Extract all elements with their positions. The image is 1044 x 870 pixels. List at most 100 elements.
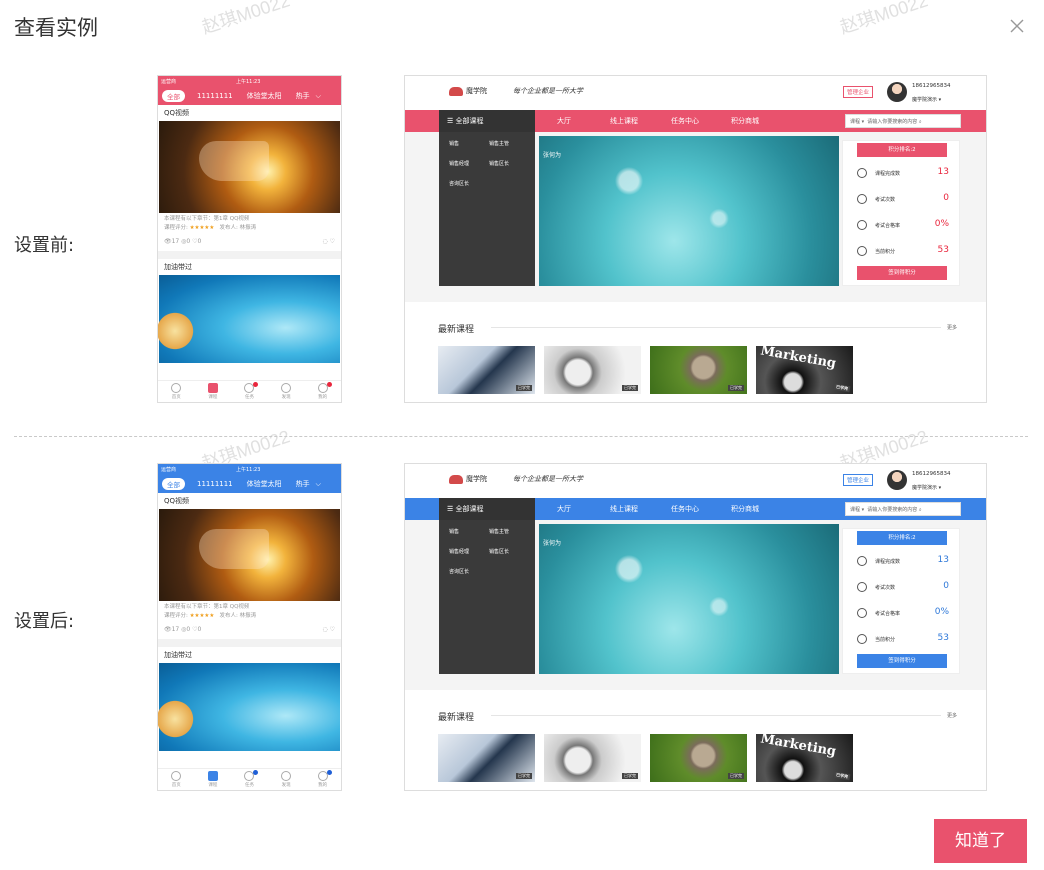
desktop-preview: 魔学院 每个企业都是一所大学 管理企业 18612965834 魔学院演示 ▾ … (404, 75, 987, 403)
divider (491, 715, 941, 716)
search-placeholder: 请输入你要搜索的内容 (867, 119, 918, 125)
comment-heart-icon: ◌ ♡ (322, 237, 335, 245)
course-image (158, 663, 340, 751)
mobile-tab: 体验堂太阳 (246, 480, 282, 488)
points-icon (857, 634, 867, 644)
mobile-bottom-nav: 首页 课程 任务 发现 我的 (158, 380, 341, 402)
search-scope: 课程 ▾ (850, 507, 865, 513)
publisher: 发布人: 林振涛 (219, 613, 257, 619)
nav-mine: 我的 (308, 382, 338, 400)
divider (14, 436, 1028, 437)
nav-task: 任务 (234, 770, 264, 788)
user-name: 魔学院演示 ▾ (912, 485, 942, 491)
course-thumbnail: 已学完 (650, 734, 747, 782)
mobile-preview: 运营商 上午11:23 全部 11111111 体验堂太阳 热手 ⌵ QQ视频 … (157, 75, 342, 403)
course-complete-icon (857, 168, 867, 178)
discover-icon (281, 771, 292, 781)
course-title: QQ视频 (164, 497, 190, 505)
course-counts: 👁17 ◎0 ♡0 (164, 237, 202, 245)
manage-enterprise-button: 管理企业 (843, 474, 874, 486)
home-icon (171, 771, 182, 781)
stat-row: 考试合格率 0% (857, 219, 949, 233)
desktop-nav: ☰ 全部课程 大厅 线上课程 任务中心 积分商城 课程 ▾ 请输入你要搜索的内容… (405, 110, 986, 132)
course-title: 加油带过 (164, 263, 192, 271)
stat-label: 课程完成数 (875, 171, 901, 177)
separator (158, 639, 341, 647)
thumb-badge: 已学完 (728, 385, 744, 391)
course-thumbnail: Marketing 已学完 (756, 734, 853, 782)
nav-task: 任务 (234, 382, 264, 400)
nav-label: 发现 (281, 395, 291, 400)
info-icon (857, 194, 867, 204)
search-box: 课程 ▾ 请输入你要搜索的内容 ⌕ (845, 502, 961, 516)
stat-label: 当前积分 (875, 249, 896, 255)
divider (491, 327, 941, 328)
after-label: 设置后: (14, 611, 75, 632)
avatar (887, 82, 907, 102)
rating-label: 课程评分: (164, 613, 188, 619)
slogan: 每个企业都是一所大学 (513, 87, 583, 95)
nav-task-center: 任务中心 (671, 505, 699, 513)
course-meta: 本课程有以下章节：第1章 QQ视频 课程评分: ★★★★★ 发布人: 林振涛 (158, 213, 341, 235)
course-image (159, 121, 340, 213)
mobile-bottom-nav: 首页 课程 任务 发现 我的 (158, 768, 341, 790)
hero-banner: 张何为 (539, 136, 839, 286)
stat-row: 考试次数 0 (857, 193, 949, 207)
nav-hall: 大厅 (557, 117, 571, 125)
rating-stars: ★★★★★ (189, 225, 215, 231)
hero-banner: 张何为 (539, 524, 839, 674)
nav-task-center: 任务中心 (671, 117, 699, 125)
nav-label: 任务 (244, 395, 254, 400)
course-image (159, 509, 340, 601)
all-courses-menu: ☰ 全部课程 (439, 110, 535, 132)
user-phone: 18612965834 (912, 83, 951, 89)
logo-icon (449, 86, 463, 96)
search-scope: 课程 ▾ (850, 119, 865, 125)
category-menu: 销售 销售主管 销售经理 销售区长 咨询区长 (439, 520, 535, 674)
desktop-preview: 魔学院 每个企业都是一所大学 管理企业 18612965834 魔学院演示 ▾ … (404, 463, 987, 791)
search-box: 课程 ▾ 请输入你要搜索的内容 ⌕ (845, 114, 961, 128)
nav-points-mall: 积分商城 (731, 505, 759, 513)
menu-item: 销售区长 (489, 549, 510, 555)
example-dialog: 查看实例 赵琪M0022 赵琪M0022 赵琪M0022 赵琪M0022 设置前… (0, 0, 1044, 870)
stat-row: 课程完成数 13 (857, 167, 949, 181)
user-name-text: 魔学院演示 (912, 485, 938, 491)
rating-stars: ★★★★★ (189, 613, 215, 619)
confirm-button[interactable]: 知道了 (934, 819, 1027, 863)
menu-item: 咨询区长 (449, 569, 470, 575)
nav-label: 我的 (318, 783, 328, 788)
nav-home: 首页 (161, 383, 191, 400)
nav-online-courses: 线上课程 (610, 505, 638, 513)
badge-dot (326, 770, 332, 775)
desktop-nav: ☰ 全部课程 大厅 线上课程 任务中心 积分商城 课程 ▾ 请输入你要搜索的内容… (405, 498, 986, 520)
badge-dot (253, 770, 259, 775)
thumb-badge: 已学完 (833, 383, 851, 393)
menu-item: 咨询区长 (449, 181, 470, 187)
course-chapters: 本课程有以下章节：第1章 QQ视频 (164, 604, 250, 610)
desktop-header: 魔学院 每个企业都是一所大学 管理企业 18612965834 魔学院演示 ▾ (405, 464, 986, 498)
mobile-tab: 体验堂太阳 (246, 92, 282, 100)
course-thumbnail: 已学完 (438, 734, 535, 782)
logo: 魔学院 (449, 474, 487, 484)
thumb-badge: 已学完 (516, 773, 532, 779)
course-meta: 本课程有以下章节：第1章 QQ视频 课程评分: ★★★★★ 发布人: 林振涛 (158, 601, 341, 623)
mobile-tab: 热手 (295, 480, 310, 488)
chevron-down-icon: ⌵ (315, 91, 321, 100)
mobile-tabs: 全部 11111111 体验堂太阳 热手 ⌵ (158, 87, 341, 105)
course-thumbnail: 已学完 (544, 734, 641, 782)
stat-value: 0 (943, 581, 949, 591)
thumb-text: Marketing (759, 346, 838, 372)
nav-discover: 发现 (271, 771, 301, 788)
thumb-text: Marketing (759, 734, 838, 760)
menu-item: 销售 (449, 529, 460, 535)
menu-item: 销售区长 (489, 161, 510, 167)
close-icon[interactable] (1007, 16, 1027, 36)
mobile-tab: 11111111 (197, 480, 233, 488)
menu-item: 销售主管 (489, 529, 510, 535)
menu-item: 销售 (449, 141, 460, 147)
check-icon (857, 220, 867, 230)
user-phone: 18612965834 (912, 471, 951, 477)
status-carrier: 运营商 (161, 467, 177, 473)
check-icon (857, 608, 867, 618)
course-counts: 👁17 ◎0 ♡0 (164, 625, 202, 633)
